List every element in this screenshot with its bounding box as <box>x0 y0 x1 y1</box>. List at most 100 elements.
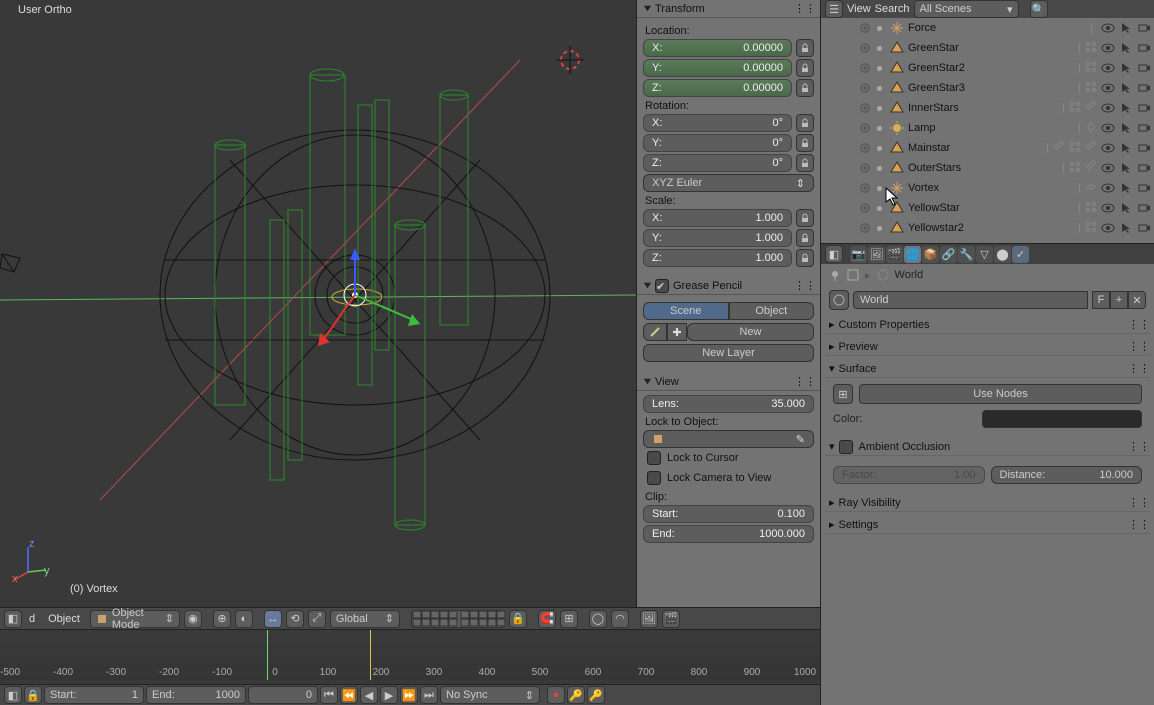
menu-object[interactable]: Object <box>42 613 86 625</box>
expand-icon[interactable] <box>859 82 871 94</box>
lock-location-x[interactable] <box>796 39 814 57</box>
grip-icon[interactable]: ⋮⋮ <box>794 2 816 15</box>
properties-region[interactable]: Transform ⋮⋮ Location: X:0.00000 Y:0.000… <box>636 0 820 607</box>
breadcrumb-world[interactable]: World <box>895 269 924 281</box>
grip-icon[interactable]: ⋮⋮ <box>1128 440 1150 453</box>
custom-properties-header[interactable]: ▸Custom Properties⋮⋮ <box>825 316 1150 334</box>
grip-icon[interactable]: ⋮⋮ <box>1128 518 1150 531</box>
object-name[interactable]: Force <box>908 22 1086 34</box>
unlink-world-button[interactable]: ✕ <box>1128 291 1146 309</box>
cursor-select-icon[interactable] <box>1120 162 1132 174</box>
outliner-item-vortex[interactable]: Vortex| <box>821 178 1154 198</box>
cursor-select-icon[interactable] <box>1120 122 1132 134</box>
add-world-button[interactable]: + <box>1110 291 1128 309</box>
render-icon[interactable] <box>1138 82 1150 94</box>
lock-cursor-checkbox[interactable]: Lock to Cursor <box>643 448 814 468</box>
fake-user-button[interactable]: F <box>1092 291 1110 309</box>
grip-icon[interactable]: ⋮⋮ <box>1128 362 1150 375</box>
grip-icon[interactable]: ⋮⋮ <box>1128 318 1150 331</box>
autokey-mode-icon[interactable]: 🔑 <box>567 686 585 704</box>
tab-render[interactable]: 📷 <box>850 246 867 263</box>
expand-icon[interactable] <box>859 62 871 74</box>
world-color-swatch[interactable] <box>982 410 1142 428</box>
grease-pencil-checkbox[interactable]: ✔ <box>655 279 669 293</box>
object-name[interactable]: Mainstar <box>908 142 1042 154</box>
rotation-mode-dropdown[interactable]: XYZ Euler⇕ <box>643 174 814 192</box>
render-icon[interactable] <box>1138 102 1150 114</box>
start-frame-field[interactable]: Start:1 <box>44 686 144 704</box>
scale-z[interactable]: Z:1.000 <box>643 249 792 267</box>
eye-icon[interactable] <box>1101 102 1114 114</box>
expand-icon[interactable] <box>859 122 871 134</box>
jump-end-icon[interactable]: ⏭ <box>420 686 438 704</box>
location-y[interactable]: Y:0.00000 <box>643 59 792 77</box>
sync-dropdown[interactable]: No Sync⇕ <box>440 686 540 704</box>
outliner-item-outerstars[interactable]: OuterStars| <box>821 158 1154 178</box>
tab-world[interactable]: 🌐 <box>904 246 921 263</box>
eye-icon[interactable] <box>1101 182 1114 194</box>
outliner-item-greenstar2[interactable]: GreenStar2| <box>821 58 1154 78</box>
eye-icon[interactable] <box>1101 82 1114 94</box>
location-z[interactable]: Z:0.00000 <box>643 79 792 97</box>
object-name[interactable]: OuterStars <box>908 162 1058 174</box>
gp-color-button[interactable] <box>643 323 667 341</box>
tab-modifiers[interactable]: 🔧 <box>958 246 975 263</box>
current-frame-field[interactable]: 0 <box>248 686 318 704</box>
lock-camera-checkbox[interactable]: Lock Camera to View <box>643 468 814 488</box>
lock-location-z[interactable] <box>796 79 814 97</box>
lock-rotation-z[interactable] <box>796 154 814 172</box>
tab-scene[interactable]: 🎬 <box>886 246 903 263</box>
ao-checkbox[interactable] <box>839 440 853 454</box>
proportional-toggle[interactable]: ◯ <box>589 610 607 628</box>
lock-location-y[interactable] <box>796 59 814 77</box>
eye-icon[interactable] <box>1101 22 1114 34</box>
timeline-editor[interactable]: -500-400-300-200-10001002003004005006007… <box>0 629 820 684</box>
lock-rotation-y[interactable] <box>796 134 814 152</box>
grip-icon[interactable]: ⋮⋮ <box>794 279 816 292</box>
ao-header[interactable]: ▾Ambient Occlusion⋮⋮ <box>825 438 1150 456</box>
expand-icon[interactable] <box>859 162 871 174</box>
preview-header[interactable]: ▸Preview⋮⋮ <box>825 338 1150 356</box>
eye-icon[interactable] <box>1101 42 1114 54</box>
properties-editor[interactable]: ◧ 📷 🖼 🎬 🌐 📦 🔗 🔧 ▽ ⬤ ✓ ▸ World World F + … <box>820 243 1154 705</box>
cursor-select-icon[interactable] <box>1120 42 1132 54</box>
search-icon[interactable]: 🔍 <box>1030 0 1048 18</box>
object-name[interactable]: InnerStars <box>908 102 1058 114</box>
outliner-item-greenstar[interactable]: GreenStar| <box>821 38 1154 58</box>
end-frame-field[interactable]: End:1000 <box>146 686 246 704</box>
gp-add-button[interactable]: ✚ <box>667 323 687 341</box>
render-opengl-anim[interactable]: 🎬 <box>662 610 680 628</box>
render-icon[interactable] <box>1138 162 1150 174</box>
cursor-select-icon[interactable] <box>1120 202 1132 214</box>
object-name[interactable]: Vortex <box>908 182 1074 194</box>
tab-material[interactable]: ✓ <box>1012 246 1029 263</box>
pin-icon[interactable] <box>829 269 841 281</box>
menu-d[interactable]: d <box>26 613 38 625</box>
lens-field[interactable]: Lens:35.000 <box>643 395 814 413</box>
object-name[interactable]: Lamp <box>908 122 1074 134</box>
eye-icon[interactable] <box>1101 222 1114 234</box>
rotation-x[interactable]: X:0° <box>643 114 792 132</box>
object-name[interactable]: GreenStar2 <box>908 62 1074 74</box>
outliner-item-lamp[interactable]: Lamp| <box>821 118 1154 138</box>
clip-start[interactable]: Start:0.100 <box>643 505 814 523</box>
render-icon[interactable] <box>1138 142 1150 154</box>
lock-layers[interactable]: 🔒 <box>509 610 527 628</box>
expand-icon[interactable] <box>859 182 871 194</box>
rotation-z[interactable]: Z:0° <box>643 154 792 172</box>
play-icon[interactable]: ▶ <box>380 686 398 704</box>
render-icon[interactable] <box>1138 182 1150 194</box>
expand-icon[interactable] <box>859 222 871 234</box>
lock-rotation-x[interactable] <box>796 114 814 132</box>
orientation-dropdown[interactable]: Global⇕ <box>330 610 400 628</box>
snap-type[interactable]: ⊞ <box>560 610 578 628</box>
lock-scale-x[interactable] <box>796 209 814 227</box>
world-name-input[interactable]: World <box>853 291 1088 309</box>
render-icon[interactable] <box>1138 42 1150 54</box>
next-keyframe-icon[interactable]: ⏩ <box>400 686 418 704</box>
gizmo-rotate[interactable]: ⟲ <box>286 610 304 628</box>
render-icon[interactable] <box>1138 22 1150 34</box>
settings-header[interactable]: ▸Settings⋮⋮ <box>825 516 1150 534</box>
frame-cursor[interactable] <box>267 630 268 680</box>
render-icon[interactable] <box>1138 202 1150 214</box>
